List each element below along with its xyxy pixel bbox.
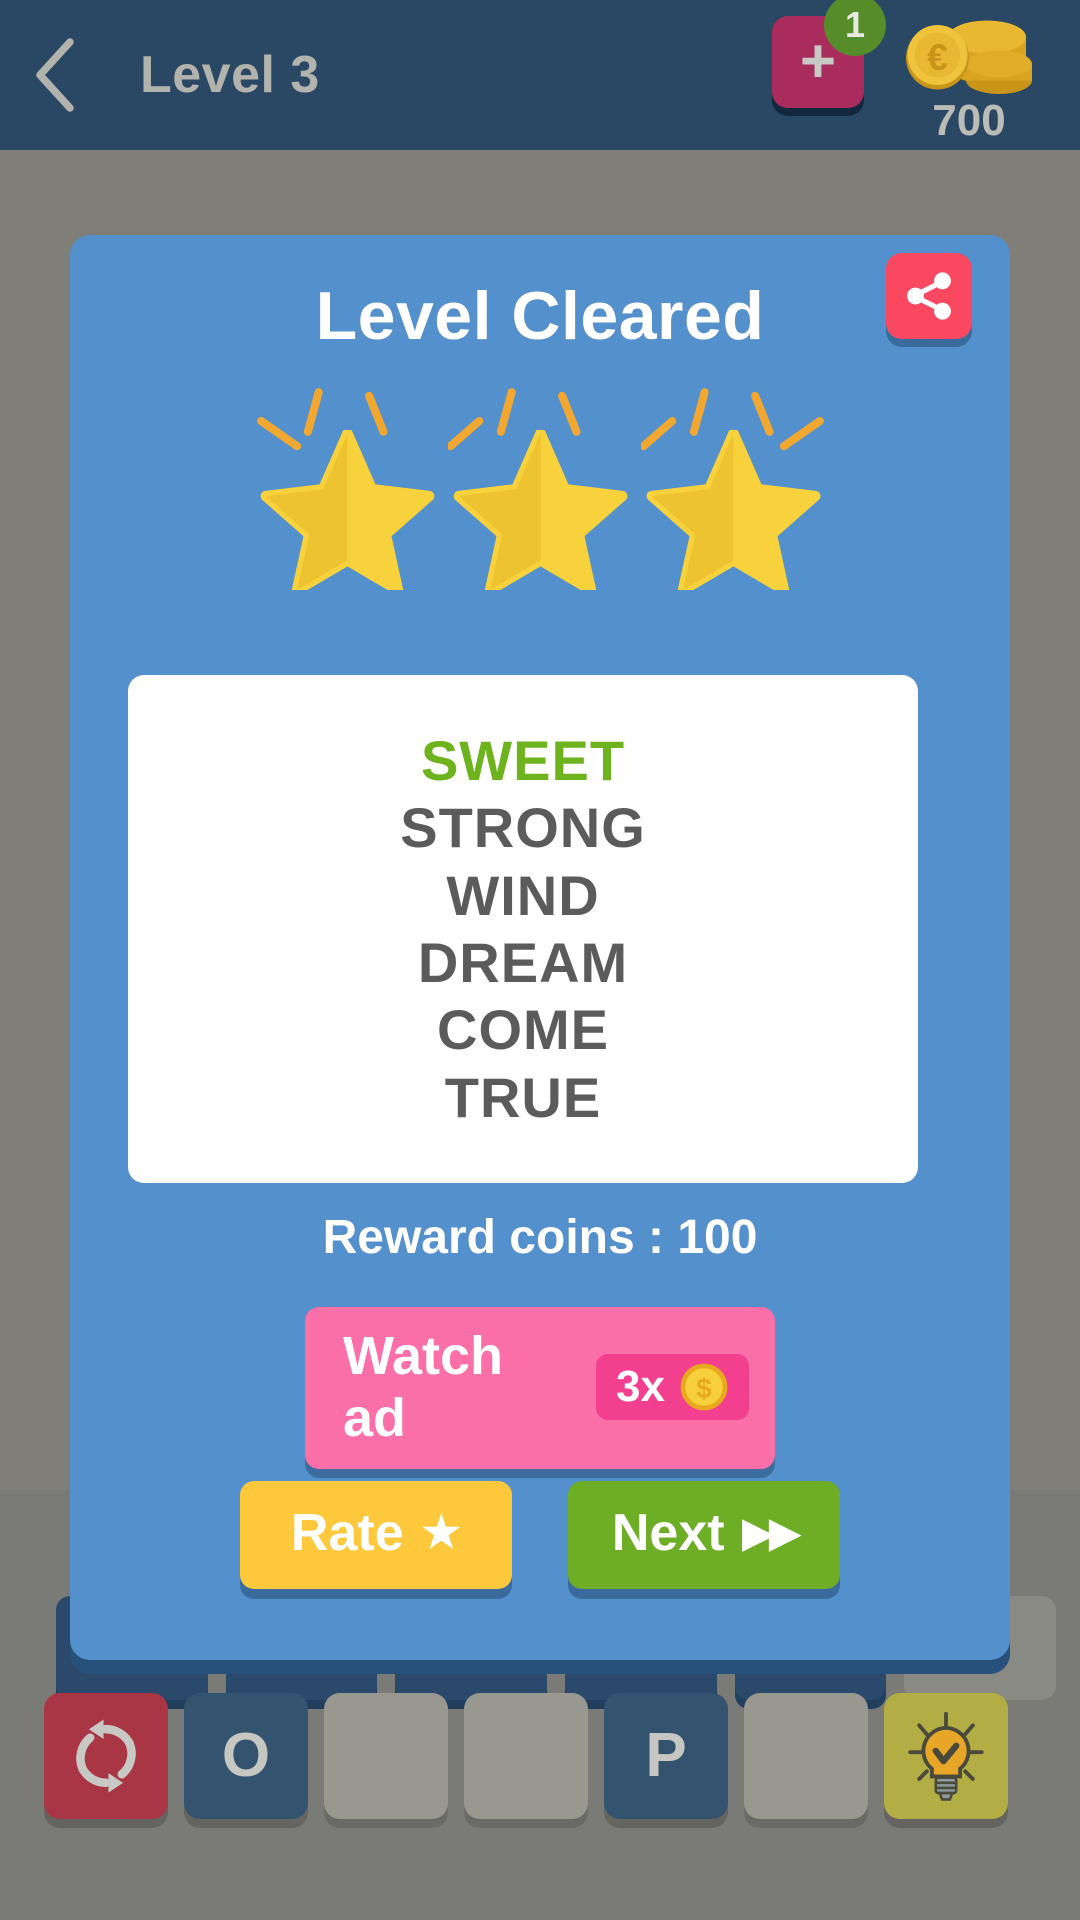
letter-tile-row: O P <box>44 1693 1036 1823</box>
coin-amount: 700 <box>932 96 1006 145</box>
letter-tile-empty[interactable] <box>324 1693 448 1819</box>
fast-forward-icon: ▶▶ <box>742 1511 800 1555</box>
word-list-card: SWEET STRONG WIND DREAM COME TRUE <box>128 675 918 1183</box>
star-icon <box>453 430 627 590</box>
star-item <box>640 385 826 590</box>
letter-tile-label: P <box>645 1721 687 1790</box>
word-item: STRONG <box>400 796 646 860</box>
word-item: TRUE <box>444 1065 602 1129</box>
shuffle-button[interactable] <box>44 1693 168 1819</box>
multiplier-chip: 3x $ <box>596 1354 749 1420</box>
back-button[interactable] <box>0 0 110 150</box>
page-title: Level 3 <box>140 46 320 104</box>
letter-tile[interactable]: P <box>604 1693 728 1819</box>
multiplier-label: 3x <box>616 1362 665 1411</box>
letter-tile-label: O <box>221 1721 271 1790</box>
word-item: SWEET <box>420 729 626 793</box>
watch-ad-label: Watch ad <box>343 1326 503 1448</box>
letter-tile-empty[interactable] <box>744 1693 868 1819</box>
app-screen: O P Level 3 + 1 € 700 Level Cleared SWEE… <box>0 0 1080 1920</box>
share-icon <box>907 272 951 320</box>
letter-tile[interactable]: O <box>184 1693 308 1819</box>
dialog-actions: Rate ★ Next ▶▶ <box>70 1481 1010 1589</box>
word-item: WIND <box>446 863 600 927</box>
star-icon <box>260 430 434 590</box>
star-item <box>255 385 440 590</box>
next-button-label: Next <box>611 1504 725 1562</box>
star-rating <box>70 385 1010 590</box>
coin-stack-euro-icon: € <box>906 20 1032 94</box>
notification-badge: 1 <box>824 0 886 56</box>
svg-text:$: $ <box>696 1373 712 1404</box>
word-item: COME <box>437 998 609 1062</box>
rate-button-label: Rate <box>290 1504 404 1562</box>
dollar-coin-icon: $ <box>680 1363 728 1411</box>
chevron-left-icon <box>36 38 74 112</box>
header-actions: + 1 € 700 <box>772 0 1080 150</box>
star-icon <box>646 430 820 590</box>
star-icon: ★ <box>421 1508 462 1557</box>
reward-coins-label: Reward coins : 100 <box>322 1211 758 1264</box>
coin-balance[interactable]: € 700 <box>894 16 1044 146</box>
letter-tile-empty[interactable] <box>464 1693 588 1819</box>
add-coins-button[interactable]: + 1 <box>772 0 886 108</box>
share-button[interactable] <box>886 253 972 339</box>
rate-button[interactable]: Rate ★ <box>240 1481 512 1589</box>
svg-text:€: € <box>927 36 948 78</box>
lightbulb-icon <box>908 1711 984 1801</box>
level-cleared-dialog: Level Cleared SWEET STRONG WIND DREAM CO… <box>70 235 1010 1660</box>
next-button[interactable]: Next ▶▶ <box>568 1481 840 1589</box>
hint-button[interactable] <box>884 1693 1008 1819</box>
watch-ad-button[interactable]: Watch ad 3x $ <box>305 1307 775 1469</box>
shuffle-icon <box>76 1719 136 1793</box>
app-header: Level 3 + 1 € 700 <box>0 0 1080 150</box>
dialog-title: Level Cleared <box>315 278 765 354</box>
word-item: DREAM <box>417 931 629 994</box>
star-item <box>447 385 633 590</box>
